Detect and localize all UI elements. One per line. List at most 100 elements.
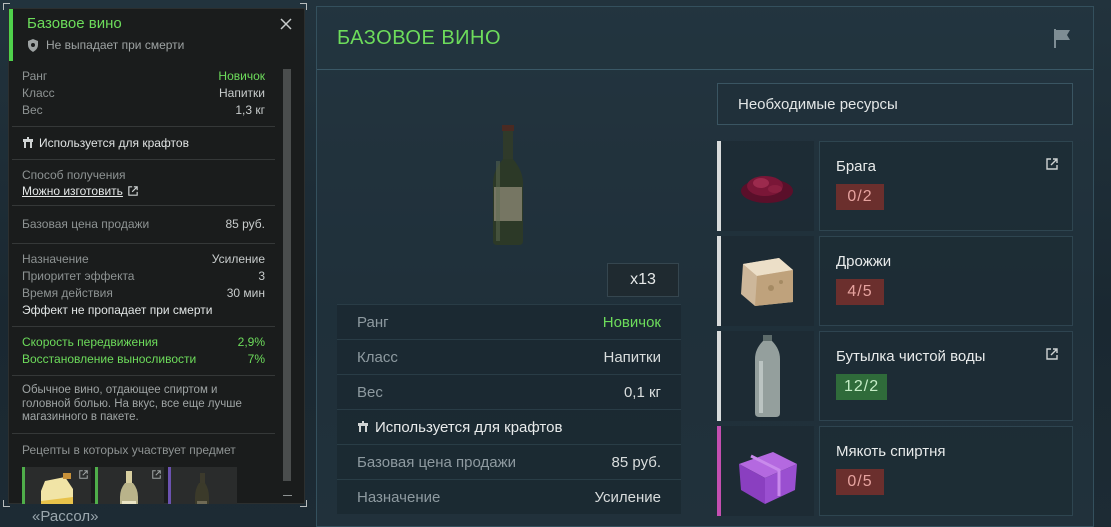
stat-label: Класс bbox=[357, 348, 398, 366]
stat-value: Новичок bbox=[602, 313, 661, 331]
purple-cube-icon bbox=[739, 452, 797, 504]
craft-label: Используется для крафтов bbox=[375, 418, 563, 436]
resource-icon-box bbox=[721, 236, 814, 326]
stat-label: Класс bbox=[22, 86, 55, 100]
dark-bottle-icon bbox=[195, 472, 209, 504]
effect-note: Эффект не пропадает при смерти bbox=[22, 303, 213, 317]
stat-row-weight: Вес 0,1 кг bbox=[337, 374, 681, 409]
tooltip-effect: Назначение Усиление Приоритет эффекта 3 Вр… bbox=[12, 244, 275, 327]
tooltip-title: Базовое вино bbox=[27, 15, 122, 32]
recipes-label: Рецепты в которых участвует предмет bbox=[22, 442, 236, 457]
effect-value: Усиление bbox=[211, 252, 265, 266]
yeast-icon bbox=[741, 258, 793, 306]
panel-stats: Ранг Новичок Класс Напитки Вес 0,1 кг Ис… bbox=[337, 304, 681, 514]
stat-row-class: Класс Напитки bbox=[337, 339, 681, 374]
price-row: Базовая цена продажи 85 руб. bbox=[22, 216, 265, 233]
stat-label: Назначение bbox=[357, 488, 441, 506]
tooltip-scrollbar[interactable] bbox=[283, 69, 291, 481]
close-icon[interactable] bbox=[278, 16, 294, 32]
tooltip-craft: Используется для крафтов bbox=[12, 127, 275, 160]
bonus-label: Скорость передвижения bbox=[22, 335, 159, 349]
tooltip-bonuses: Скорость передвижения 2,9% Восстановление… bbox=[12, 327, 275, 376]
item-count: x13 bbox=[607, 263, 679, 297]
resource-info: Брага 0/2 bbox=[819, 141, 1073, 231]
item-tooltip: Базовое вино Не выпадает при смерти Ранг… bbox=[8, 8, 305, 504]
craft-label: Используется для крафтов bbox=[39, 136, 189, 150]
stat-row-class: Класс Напитки bbox=[22, 85, 265, 102]
flag-icon[interactable] bbox=[1051, 27, 1073, 49]
stat-value: 1,3 кг bbox=[235, 103, 265, 117]
braga-icon bbox=[741, 176, 793, 203]
resource-quantity: 12/2 bbox=[836, 374, 888, 400]
effect-value: 30 мин bbox=[226, 286, 265, 300]
wine-bottle-icon bbox=[493, 125, 523, 245]
bonus-label: Восстановление выносливости bbox=[22, 352, 197, 366]
tooltip-header: Базовое вино Не выпадает при смерти bbox=[9, 9, 304, 61]
recipe-thumb[interactable] bbox=[22, 466, 91, 504]
obtain-link[interactable]: Можно изготовить bbox=[22, 184, 138, 198]
resource-item-braga[interactable]: Брага 0/2 bbox=[717, 141, 1073, 231]
effect-label: Назначение bbox=[22, 252, 89, 266]
scrollbar-end bbox=[283, 495, 292, 496]
recipe-thumb[interactable] bbox=[168, 466, 237, 504]
description-text: Обычное вино, отдающее спиртом и головно… bbox=[22, 384, 242, 423]
tooltip-recipes: Рецепты в которых участвует предмет bbox=[12, 434, 275, 504]
resource-quantity: 4/5 bbox=[836, 279, 884, 305]
tooltip-subtitle-text: Не выпадает при смерти bbox=[46, 38, 185, 52]
crafting-icon bbox=[23, 137, 33, 148]
recipe-thumb[interactable] bbox=[95, 466, 164, 504]
stat-label: Базовая цена продажи bbox=[357, 453, 517, 471]
obtain-label-row: Способ получения bbox=[22, 167, 265, 184]
corner-bracket bbox=[300, 500, 307, 507]
stat-label: Ранг bbox=[357, 313, 389, 331]
tooltip-stats: Ранг Новичок Класс Напитки Вес 1,3 кг bbox=[12, 61, 275, 127]
bonus-row-stamina: Восстановление выносливости 7% bbox=[22, 351, 265, 368]
resource-icon-box bbox=[721, 426, 814, 516]
external-link-icon[interactable] bbox=[1046, 348, 1058, 360]
resource-item-pulp[interactable]: Мякоть спиртня 0/5 bbox=[717, 426, 1073, 516]
panel-title: БАЗОВОЕ ВИНО bbox=[337, 27, 502, 49]
corner-bracket bbox=[3, 500, 10, 507]
resource-item-water-bottle[interactable]: Бутылка чистой воды 12/2 bbox=[717, 331, 1073, 421]
item-panel: БАЗОВОЕ ВИНО x13 Ранг Новичок Класс Напи… bbox=[316, 6, 1094, 527]
craft-row: Используется для крафтов bbox=[22, 136, 265, 150]
tooltip-body: Ранг Новичок Класс Напитки Вес 1,3 кг Испол… bbox=[12, 61, 275, 504]
stat-row-weight: Вес 1,3 кг bbox=[22, 102, 265, 119]
stat-row-purpose: Назначение Усиление bbox=[337, 479, 681, 514]
stat-value: Усиление bbox=[594, 488, 661, 506]
corner-bracket bbox=[3, 3, 10, 10]
recipes-label-row: Рецепты в которых участвует предмет bbox=[22, 442, 265, 459]
external-link-icon[interactable] bbox=[1046, 158, 1058, 170]
resource-icon-box bbox=[721, 331, 814, 421]
resource-quantity: 0/5 bbox=[836, 469, 884, 495]
stat-row-price: Базовая цена продажи 85 руб. bbox=[337, 444, 681, 479]
resource-quantity: 0/2 bbox=[836, 184, 884, 210]
stat-row-rank: Ранг Новичок bbox=[22, 68, 265, 85]
resource-info: Бутылка чистой воды 12/2 bbox=[819, 331, 1073, 421]
resource-icon-box bbox=[721, 141, 814, 231]
bonus-value: 2,9% bbox=[237, 335, 265, 349]
bonus-value: 7% bbox=[247, 352, 265, 366]
stat-value: 85 руб. bbox=[611, 453, 661, 471]
corner-bracket bbox=[300, 3, 307, 10]
resource-info: Мякоть спиртня 0/5 bbox=[819, 426, 1073, 516]
water-bottle-icon bbox=[755, 335, 780, 417]
resource-item-yeast[interactable]: Дрожжи 4/5 bbox=[717, 236, 1073, 326]
price-value: 85 руб. bbox=[225, 217, 265, 231]
shield-icon bbox=[28, 38, 38, 52]
external-link-icon bbox=[152, 469, 161, 479]
obtain-link-text[interactable]: Можно изготовить bbox=[22, 184, 123, 198]
effect-row-purpose: Назначение Усиление bbox=[22, 251, 265, 268]
stat-row-rank: Ранг Новичок bbox=[337, 304, 681, 339]
stat-label: Вес bbox=[22, 103, 43, 117]
obtain-label: Способ получения bbox=[22, 168, 126, 182]
stat-value: Напитки bbox=[219, 86, 265, 100]
stat-value: 0,1 кг bbox=[623, 383, 661, 401]
stat-value: Новичок bbox=[218, 69, 265, 83]
resource-name: Дрожжи bbox=[836, 253, 892, 270]
tooltip-subtitle: Не выпадает при смерти bbox=[27, 38, 184, 52]
stat-label: Вес bbox=[357, 383, 383, 401]
effect-row-duration: Время действия 30 мин bbox=[22, 285, 265, 302]
effect-label: Время действия bbox=[22, 286, 113, 300]
stat-label: Ранг bbox=[22, 69, 48, 83]
